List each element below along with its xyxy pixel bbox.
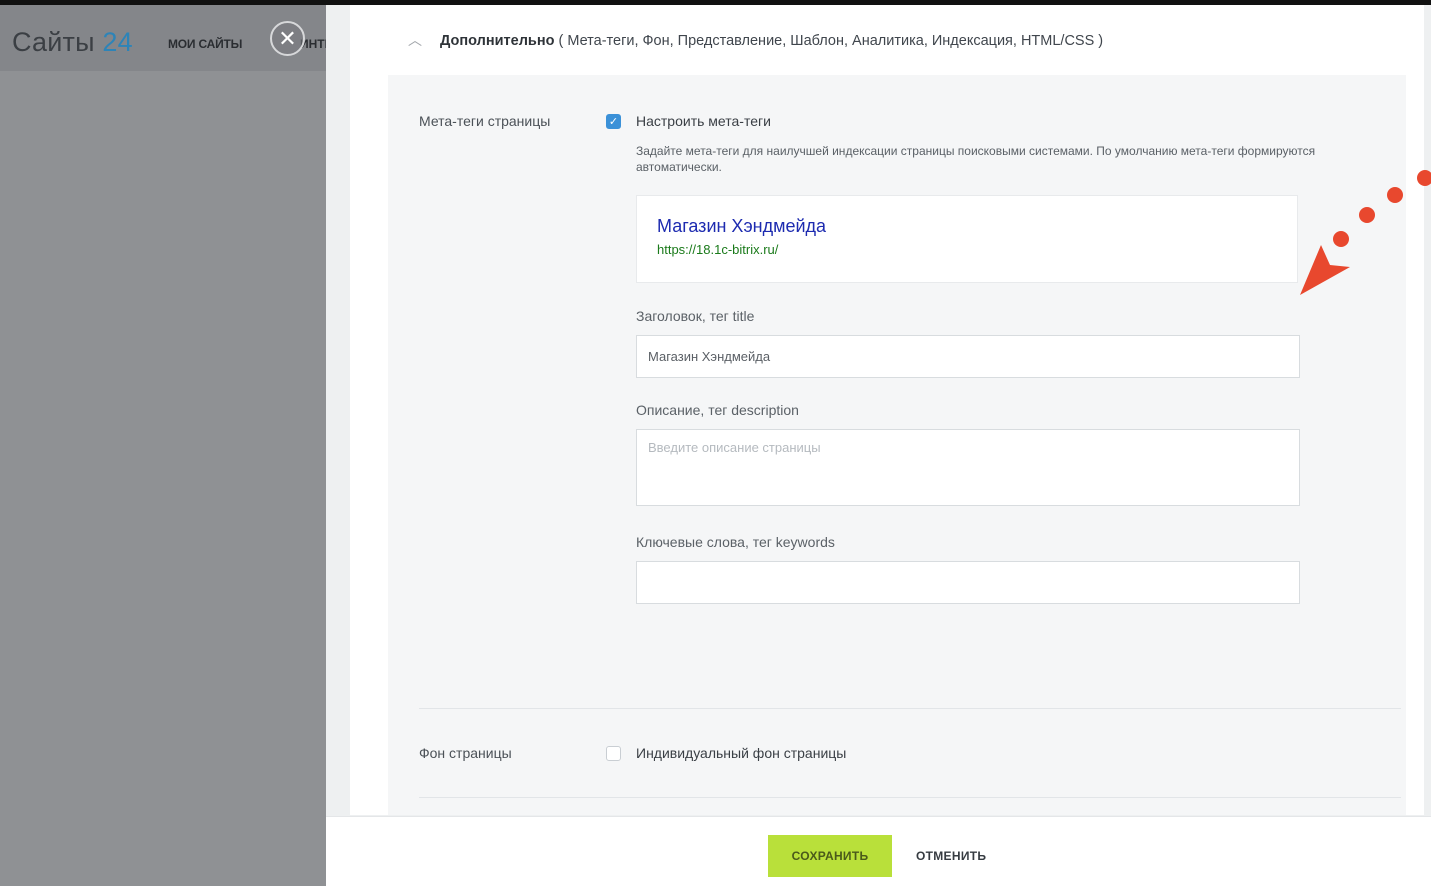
checkmark-icon: ✓ [608, 116, 619, 128]
search-preview-title: Магазин Хэндмейда [657, 216, 827, 236]
title-tag-input[interactable] [636, 335, 1300, 378]
background-checkbox-label[interactable]: Индивидуальный фон страницы [636, 745, 846, 761]
top-border [0, 0, 1431, 5]
slider-footer: СОХРАНИТЬ ОТМЕНИТЬ [326, 816, 1431, 886]
nav-my-sites[interactable]: МОИ САЙТЫ [168, 37, 242, 51]
section-title: Дополнительно [440, 33, 555, 49]
close-icon: ✕ [278, 25, 297, 51]
section-divider [419, 708, 1401, 709]
arrowhead-icon [1300, 245, 1350, 295]
cancel-button[interactable]: ОТМЕНИТЬ [916, 835, 986, 877]
app-logo[interactable]: Сайты 24 [12, 27, 133, 58]
additional-section-body: Мета-теги страницы ✓ Настроить мета-теги… [388, 75, 1406, 815]
description-tag-label: Описание, тег description [636, 402, 799, 418]
save-button[interactable]: СОХРАНИТЬ [768, 835, 892, 877]
annotation-dot [1387, 187, 1403, 203]
chevron-up-icon: ︿ [408, 32, 422, 48]
title-tag-label: Заголовок, тег title [636, 308, 755, 324]
search-preview-url: https://18.1c-bitrix.ru/ [657, 242, 779, 257]
search-preview-card: Магазин Хэндмейда https://18.1c-bitrix.r… [636, 195, 1298, 283]
logo-number: 24 [102, 27, 133, 57]
meta-tags-hint: Задайте мета-теги для наилучшей индексац… [636, 144, 1316, 174]
meta-tags-checkbox-label[interactable]: Настроить мета-теги [636, 113, 771, 129]
settings-slider: ︿ Дополнительно ( Мета-теги, Фон, Предст… [326, 5, 1431, 886]
close-slider-button[interactable]: ✕ [270, 21, 305, 56]
keywords-tag-label: Ключевые слова, тег keywords [636, 534, 835, 550]
keywords-tag-input[interactable] [636, 561, 1300, 604]
settings-panel: ︿ Дополнительно ( Мета-теги, Фон, Предст… [350, 5, 1424, 815]
additional-section-toggle[interactable]: ︿ Дополнительно ( Мета-теги, Фон, Предст… [408, 30, 1103, 50]
annotation-dot [1333, 231, 1349, 247]
meta-tags-checkbox[interactable]: ✓ [606, 114, 621, 129]
annotation-dot [1417, 170, 1431, 186]
section-divider-bottom [419, 797, 1401, 798]
background-overlay[interactable] [0, 5, 326, 886]
description-tag-textarea[interactable] [636, 429, 1300, 506]
logo-text: Сайты [12, 27, 95, 57]
annotation-arrow [1300, 170, 1431, 295]
background-checkbox[interactable] [606, 746, 621, 761]
annotation-dot [1359, 207, 1375, 223]
meta-tags-row-label: Мета-теги страницы [419, 113, 551, 129]
section-items: ( Мета-теги, Фон, Представление, Шаблон,… [558, 33, 1104, 49]
background-row-label: Фон страницы [419, 745, 512, 761]
